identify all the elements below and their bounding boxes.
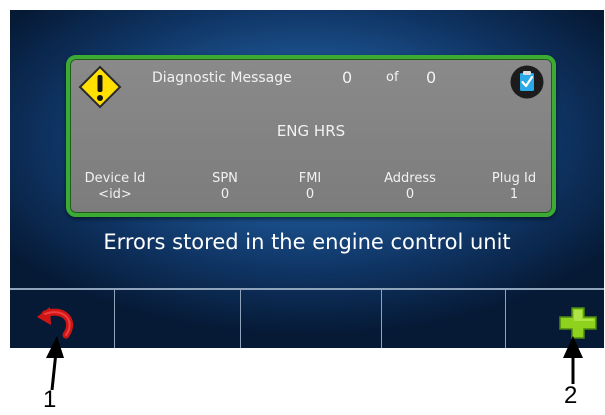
address-label: Address — [384, 171, 436, 186]
softkey-2[interactable] — [115, 290, 241, 348]
diagnostic-panel: Diagnostic Message 0 of 0 ENG HRS Device… — [66, 55, 556, 217]
diagnostic-message-text: ENG HRS — [276, 122, 346, 140]
panel-title: Diagnostic Message — [152, 70, 292, 86]
spn-column: SPN 0 — [185, 171, 265, 203]
fmi-label: FMI — [298, 171, 322, 186]
plug-id-value: 1 — [509, 187, 519, 202]
plug-id-column: Plug Id 1 — [475, 171, 553, 203]
of-label: of — [386, 70, 399, 85]
status-message: Errors stored in the engine control unit — [103, 230, 511, 254]
callout-label-1: 1 — [43, 386, 57, 413]
clipboard-check-icon[interactable] — [510, 65, 544, 99]
total-message-count: 0 — [426, 68, 437, 87]
display-screen: Diagnostic Message 0 of 0 ENG HRS Device… — [10, 10, 604, 348]
callout-label-2: 2 — [564, 382, 578, 409]
fmi-column: FMI 0 — [270, 171, 350, 203]
spn-label: SPN — [212, 171, 238, 186]
address-value: 0 — [405, 187, 415, 202]
address-column: Address 0 — [365, 171, 455, 203]
device-id-value: <id> — [98, 187, 132, 202]
softkey-add[interactable] — [506, 290, 604, 348]
callout-arrow-2 — [563, 336, 583, 384]
plug-id-label: Plug Id — [491, 171, 537, 186]
warning-icon — [78, 65, 122, 109]
device-id-label: Device Id — [84, 171, 146, 186]
callout-arrow-1 — [46, 336, 64, 391]
device-id-column: Device Id <id> — [70, 171, 160, 203]
fmi-value: 0 — [305, 187, 315, 202]
softkey-3[interactable] — [241, 290, 382, 348]
spn-value: 0 — [220, 187, 230, 202]
softkey-4[interactable] — [382, 290, 506, 348]
softkey-bar — [10, 288, 604, 348]
current-message-number: 0 — [342, 68, 353, 87]
